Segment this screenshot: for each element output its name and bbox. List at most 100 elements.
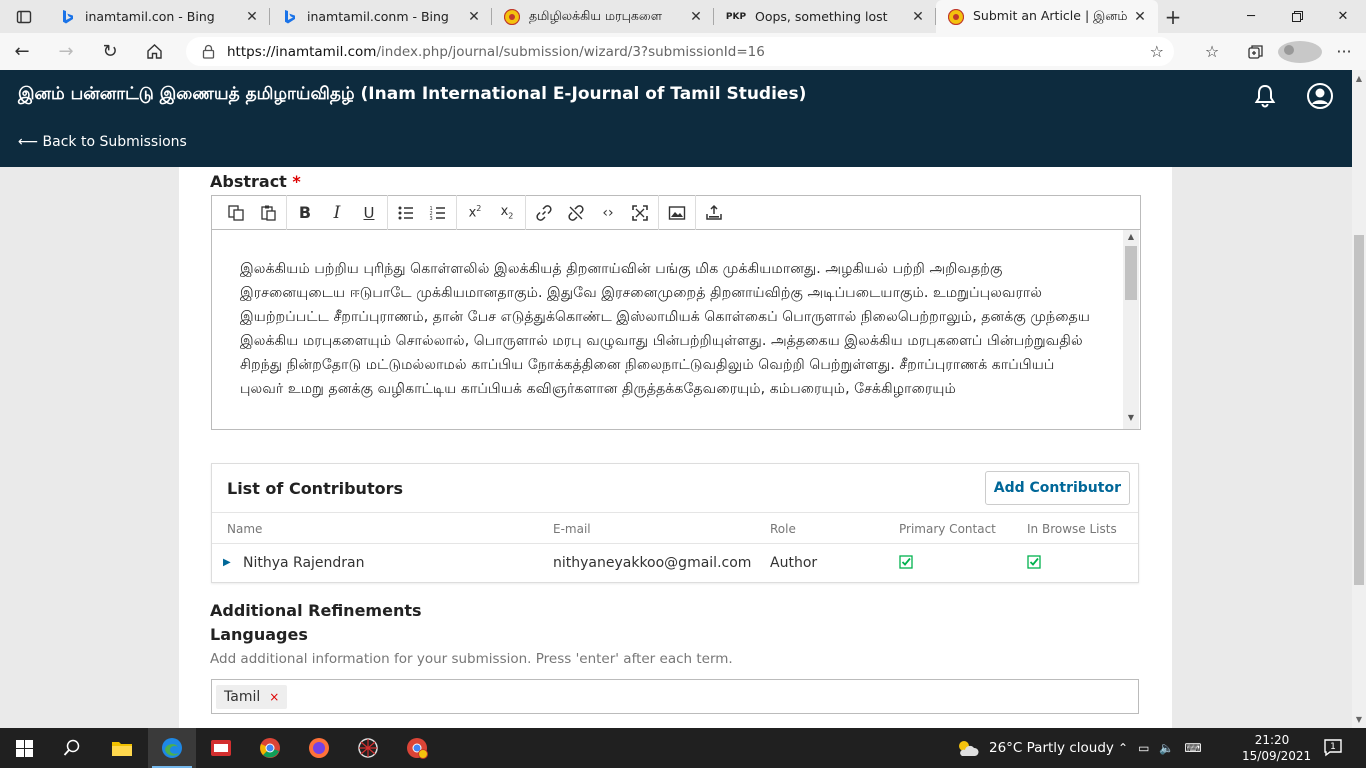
lock-icon: [202, 44, 215, 59]
toolbar-group-links: ‹›: [526, 195, 659, 230]
tab-close-icon[interactable]: ✕: [244, 9, 260, 25]
numbered-list-button[interactable]: 123: [422, 196, 454, 229]
code-button[interactable]: ‹›: [592, 196, 624, 229]
back-to-submissions-link[interactable]: ⟵ Back to Submissions: [18, 134, 187, 150]
expand-row-icon[interactable]: ▶: [223, 557, 231, 568]
browser-tab-1[interactable]: inamtamil.con - Bing ✕: [48, 0, 270, 33]
home-icon: [146, 44, 162, 59]
firefox-taskbar-button[interactable]: [295, 728, 343, 768]
upload-button[interactable]: [698, 196, 730, 229]
add-favorite-icon[interactable]: ☆: [1150, 42, 1164, 61]
copy-button[interactable]: [220, 196, 252, 229]
browser-tab-5[interactable]: Submit an Article | இனம் பட ✕: [936, 0, 1158, 33]
underline-button[interactable]: U: [353, 196, 385, 229]
pkp-icon: PKP: [725, 11, 747, 22]
battery-icon[interactable]: ▭: [1138, 741, 1149, 755]
scroll-down-arrow[interactable]: ▼: [1123, 413, 1139, 427]
paste-button[interactable]: [252, 196, 284, 229]
page-scroll-up-arrow[interactable]: ▲: [1352, 74, 1366, 83]
app-taskbar-button-1[interactable]: [197, 728, 245, 768]
page-scrollbar-thumb[interactable]: [1354, 235, 1364, 585]
new-tab-button[interactable]: +: [1158, 0, 1188, 33]
table-row: ▶ Nithya Rajendran nithyaneyakkoo@gmail.…: [212, 544, 1138, 582]
browser-tab-2[interactable]: inamtamil.conm - Bing ✕: [270, 0, 492, 33]
notification-center-button[interactable]: 1: [1322, 736, 1344, 758]
abstract-editor[interactable]: இலக்கியம் பற்றிய புரிந்து கொள்ளலில் இலக்…: [211, 230, 1141, 430]
remove-tag-icon[interactable]: ×: [269, 690, 279, 704]
bing-icon: [282, 9, 298, 25]
home-button[interactable]: [132, 33, 176, 70]
restore-icon: [1291, 11, 1303, 22]
toolbar-group-media: [659, 195, 696, 230]
toolbar-group-format: B I U: [287, 195, 388, 230]
minimize-button[interactable]: ─: [1228, 0, 1274, 33]
browser-tab-3[interactable]: தமிழிலக்கிய மரபுகளை ✕: [492, 0, 714, 33]
file-explorer-button[interactable]: [98, 728, 146, 768]
page-scroll-down-arrow[interactable]: ▼: [1352, 715, 1366, 724]
tab-close-icon[interactable]: ✕: [466, 9, 482, 25]
clock[interactable]: 21:20 15/09/2021: [1242, 732, 1311, 764]
tab-close-icon[interactable]: ✕: [688, 9, 704, 25]
chevron-up-icon[interactable]: ⌃: [1118, 741, 1128, 755]
chrome-profile-taskbar-button[interactable]: [393, 728, 441, 768]
weather-widget[interactable]: 26°C Partly cloudy: [955, 728, 1114, 768]
unlink-button[interactable]: [560, 196, 592, 229]
contributor-role: Author: [770, 555, 818, 571]
tab-actions-button[interactable]: [0, 0, 48, 33]
primary-contact-check-icon: [899, 555, 913, 569]
column-header-name: Name: [227, 522, 263, 536]
windows-icon: [15, 739, 33, 757]
app-taskbar-button-2[interactable]: [344, 728, 392, 768]
tab-close-icon[interactable]: ✕: [910, 9, 926, 25]
code-icon: ‹›: [602, 204, 614, 221]
inam-icon: [504, 8, 520, 25]
restore-button[interactable]: [1274, 0, 1320, 33]
abstract-text[interactable]: இலக்கியம் பற்றிய புரிந்து கொள்ளலில் இலக்…: [240, 257, 1100, 401]
column-header-primary-contact: Primary Contact: [899, 522, 996, 536]
collections-button[interactable]: [1234, 33, 1278, 70]
forward-button[interactable]: →: [44, 33, 88, 70]
fullscreen-button[interactable]: [624, 196, 656, 229]
bold-button[interactable]: B: [289, 196, 321, 229]
favorites-button[interactable]: ☆: [1190, 33, 1234, 70]
red-app-icon: [211, 740, 231, 756]
tab-close-icon[interactable]: ✕: [1132, 9, 1148, 25]
languages-help: Add additional information for your subm…: [210, 651, 733, 667]
close-window-button[interactable]: ✕: [1320, 0, 1366, 33]
search-button[interactable]: [48, 728, 96, 768]
journal-title[interactable]: இனம் பன்னாட்டு இணையத் தமிழாய்விதழ் (Inam…: [18, 84, 806, 106]
speaker-icon[interactable]: 🔈: [1159, 741, 1174, 755]
link-button[interactable]: [528, 196, 560, 229]
bell-icon[interactable]: [1251, 82, 1279, 110]
insert-image-button[interactable]: [661, 196, 693, 229]
editor-scrollbar[interactable]: ▲ ▼: [1123, 230, 1139, 429]
page-scrollbar[interactable]: ▲ ▼: [1352, 70, 1366, 728]
toolbar-group-script: x2 x2: [457, 195, 526, 230]
superscript-icon: x2: [468, 204, 482, 221]
user-account-icon[interactable]: [1306, 82, 1334, 110]
underline-icon: U: [363, 203, 375, 222]
italic-button[interactable]: I: [321, 196, 353, 229]
scroll-up-arrow[interactable]: ▲: [1123, 232, 1139, 246]
add-contributor-button[interactable]: Add Contributor: [984, 471, 1130, 505]
chrome-taskbar-button[interactable]: [246, 728, 294, 768]
editor-toolbar: B I U 123 x2 x2 ‹›: [211, 195, 1141, 230]
page-content: Abstract * B I U 123 x2 x2 ‹› இலக்கியம் …: [0, 167, 1352, 728]
edge-taskbar-button[interactable]: [148, 728, 196, 768]
refresh-button[interactable]: ↻: [88, 33, 132, 70]
url-field[interactable]: https://inamtamil.com/index.php/journal/…: [186, 37, 1174, 66]
contributors-panel: List of Contributors Add Contributor Nam…: [211, 463, 1139, 583]
back-button[interactable]: ←: [0, 33, 44, 70]
browser-tab-4[interactable]: PKP Oops, something lost ✕: [714, 0, 936, 33]
address-bar-row: ← → ↻ https://inamtamil.com/index.php/jo…: [0, 33, 1366, 70]
profile-button[interactable]: [1278, 33, 1322, 70]
languages-tag-input[interactable]: Tamil ×: [211, 679, 1139, 714]
close-icon: ✕: [1337, 9, 1349, 24]
bullet-list-button[interactable]: [390, 196, 422, 229]
more-button[interactable]: ···: [1322, 33, 1366, 70]
keyboard-icon[interactable]: ⌨: [1184, 741, 1201, 755]
superscript-button[interactable]: x2: [459, 196, 491, 229]
start-button[interactable]: [0, 728, 48, 768]
scrollbar-thumb[interactable]: [1125, 246, 1137, 300]
subscript-button[interactable]: x2: [491, 196, 523, 229]
